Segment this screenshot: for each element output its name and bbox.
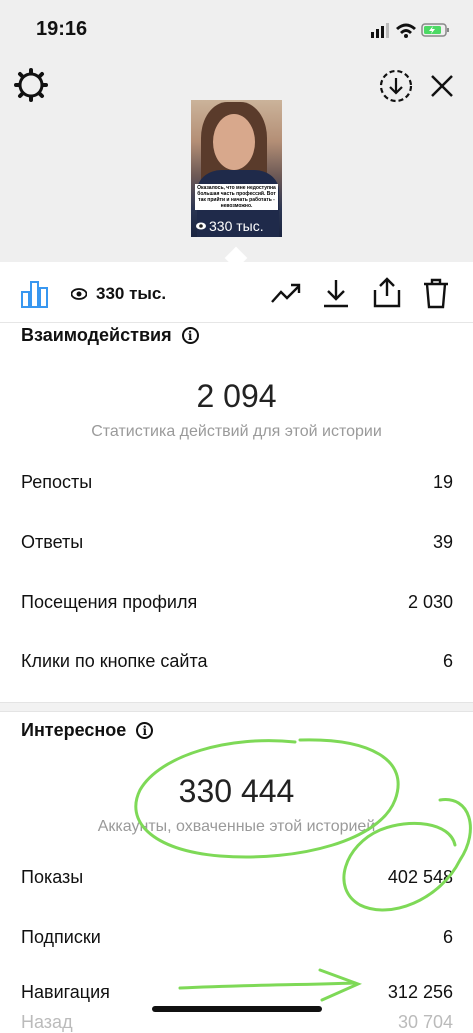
discovery-heading: Интересное i	[21, 720, 154, 741]
stat-value: 312 256	[387, 982, 453, 1002]
interactions-title: Взаимодействия	[21, 325, 172, 345]
stat-label: Назад	[21, 1012, 73, 1032]
status-icons	[371, 23, 449, 38]
stat-row-back: Назад 30 704	[21, 1012, 453, 1033]
story-views: 330 тыс.	[196, 218, 264, 234]
stat-label: Ответы	[21, 532, 84, 552]
promote-trend-icon[interactable]	[270, 280, 302, 306]
reach-total: 330 444	[178, 773, 295, 809]
wifi-icon	[396, 23, 416, 38]
stat-row-reposts: Репосты 19	[21, 472, 453, 493]
insights-chart-icon[interactable]	[20, 278, 50, 308]
stat-label: Показы	[21, 867, 84, 887]
stat-value: 402 548	[387, 867, 453, 887]
stat-label: Клики по кнопке сайта	[21, 651, 208, 671]
story-preview-area: 19:16 Оказалось, что мне недоступна боль…	[0, 0, 473, 270]
status-bar: 19:16	[0, 0, 473, 58]
story-caption: Оказалось, что мне недоступна большая ча…	[195, 184, 278, 210]
home-indicator	[152, 1006, 322, 1012]
story-views-label: 330 тыс.	[209, 218, 264, 234]
stat-label: Подписки	[21, 927, 101, 947]
section-divider	[0, 702, 473, 712]
story-thumbnail-face	[213, 114, 255, 170]
stat-row-follows: Подписки 6	[21, 927, 453, 948]
stat-row-profile-visits: Посещения профиля 2 030	[21, 592, 453, 613]
stat-row-navigation: Навигация 312 256	[21, 982, 453, 1003]
download-icon[interactable]	[322, 278, 350, 308]
stat-row-replies: Ответы 39	[21, 532, 453, 553]
eye-icon	[196, 222, 206, 230]
signal-icon	[371, 23, 389, 38]
info-icon[interactable]: i	[181, 327, 199, 344]
story-toolbar: 330 тыс.	[0, 262, 473, 323]
info-icon[interactable]: i	[136, 722, 154, 739]
interactions-total: 2 094	[196, 378, 277, 414]
trash-icon[interactable]	[422, 277, 450, 309]
share-icon[interactable]	[372, 276, 402, 308]
stat-value: 2 030	[407, 592, 453, 612]
stat-row-impressions: Показы 402 548	[21, 867, 453, 888]
stat-label: Репосты	[21, 472, 93, 492]
views-count: 330 тыс.	[96, 284, 167, 303]
interactions-heading: Взаимодействия i	[21, 325, 199, 346]
stat-row-website-clicks: Клики по кнопке сайта 6	[21, 651, 453, 672]
reach-caption: Аккаунты, охваченные этой историей	[97, 818, 376, 835]
stat-label: Навигация	[21, 982, 110, 1002]
stat-value: 6	[442, 927, 453, 947]
discovery-title: Интересное	[21, 720, 127, 740]
stat-value: 30 704	[397, 1012, 453, 1032]
stat-value: 39	[432, 532, 453, 552]
interactions-caption: Статистика действий для этой истории	[91, 423, 382, 440]
eye-icon	[71, 288, 87, 300]
settings-gear-icon[interactable]	[14, 68, 48, 102]
stat-label: Посещения профиля	[21, 592, 198, 612]
annotation-circle-impressions	[342, 798, 472, 912]
status-time: 19:16	[36, 18, 88, 40]
battery-icon	[421, 23, 449, 37]
stat-value: 19	[432, 472, 453, 492]
save-circle-download-icon[interactable]	[378, 68, 414, 104]
story-thumbnail[interactable]: Оказалось, что мне недоступна большая ча…	[191, 100, 282, 237]
close-icon[interactable]	[428, 72, 456, 100]
stat-value: 6	[442, 651, 453, 671]
